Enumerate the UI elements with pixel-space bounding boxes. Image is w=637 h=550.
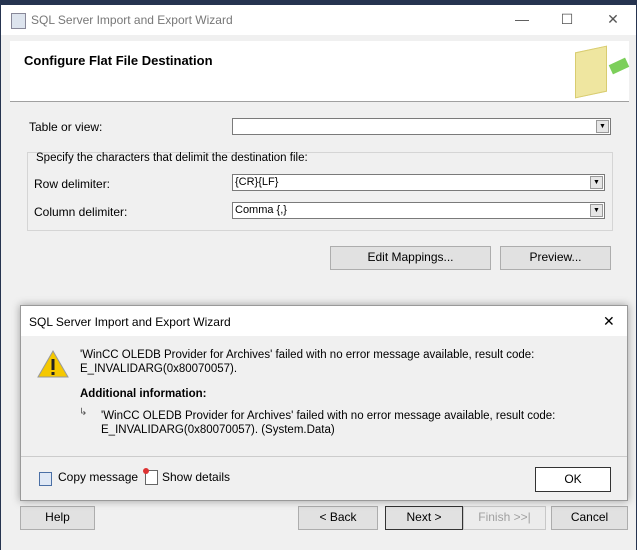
show-details-link[interactable]: Show details — [162, 470, 230, 484]
help-button[interactable]: Help — [20, 506, 95, 530]
back-button[interactable]: < Back — [298, 506, 378, 530]
minimize-button[interactable]: — — [512, 11, 532, 29]
additional-info-heading: Additional information: — [80, 388, 207, 400]
error-message: 'WinCC OLEDB Provider for Archives' fail… — [80, 349, 535, 375]
cancel-button[interactable]: Cancel — [551, 506, 628, 530]
dialog-title: SQL Server Import and Export Wizard — [29, 315, 231, 329]
dialog-separator — [21, 456, 627, 457]
copy-message-link[interactable]: Copy message — [58, 470, 138, 484]
show-details-icon — [143, 468, 158, 485]
dialog-close-button[interactable]: ✕ — [603, 313, 615, 330]
finish-button: Finish >>| — [463, 506, 546, 530]
app-icon — [11, 13, 26, 29]
arrow-icon: ↳ — [79, 407, 88, 418]
next-button[interactable]: Next > — [385, 506, 463, 530]
arrow-icon — [608, 57, 630, 75]
additional-info-text: 'WinCC OLEDB Provider for Archives' fail… — [101, 410, 556, 436]
row-delimiter-combo[interactable]: {CR}{LF} ▼ — [232, 174, 605, 191]
close-button[interactable]: ✕ — [603, 11, 623, 29]
page-title: Configure Flat File Destination — [24, 53, 213, 68]
wizard-graphic-icon — [575, 45, 607, 99]
warning-icon — [37, 349, 69, 378]
chevron-down-icon[interactable]: ▼ — [590, 176, 603, 189]
column-delimiter-value: Comma {,} — [235, 204, 287, 216]
row-delimiter-value: {CR}{LF} — [235, 176, 279, 188]
column-delimiter-label: Column delimiter: — [34, 205, 128, 219]
row-delimiter-label: Row delimiter: — [34, 177, 111, 191]
error-dialog: SQL Server Import and Export Wizard ✕ 'W… — [20, 305, 628, 501]
title-bar: SQL Server Import and Export Wizard — ☐ … — [1, 5, 636, 35]
chevron-down-icon[interactable]: ▼ — [590, 204, 603, 217]
table-combo[interactable]: ▼ — [232, 118, 611, 135]
dialog-title-bar: SQL Server Import and Export Wizard ✕ — [21, 306, 627, 336]
preview-button[interactable]: Preview... — [500, 246, 611, 270]
copy-icon — [39, 472, 52, 486]
table-label: Table or view: — [29, 120, 103, 134]
group-label: Specify the characters that delimit the … — [36, 152, 308, 164]
column-delimiter-combo[interactable]: Comma {,} ▼ — [232, 202, 605, 219]
edit-mappings-button[interactable]: Edit Mappings... — [330, 246, 491, 270]
chevron-down-icon[interactable]: ▼ — [596, 120, 609, 133]
ok-button[interactable]: OK — [535, 467, 611, 492]
window-title: SQL Server Import and Export Wizard — [31, 13, 233, 27]
page-header: Configure Flat File Destination — [10, 41, 630, 102]
maximize-button[interactable]: ☐ — [557, 11, 577, 29]
